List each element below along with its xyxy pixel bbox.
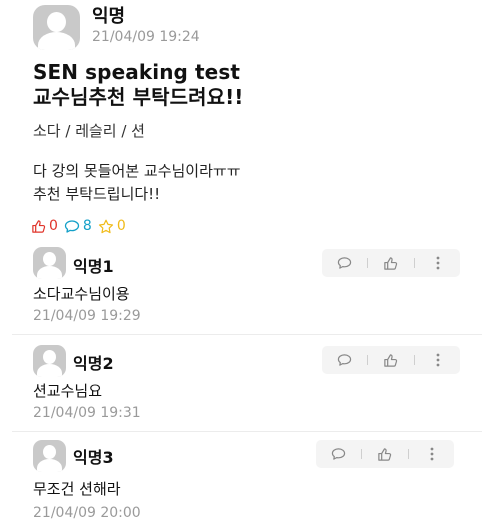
comment-avatar: [33, 440, 66, 472]
like-comment-button[interactable]: [371, 442, 399, 466]
reply-button[interactable]: [330, 348, 358, 372]
divider: [361, 449, 363, 459]
comment-actions: [322, 346, 460, 374]
reply-button[interactable]: [324, 442, 352, 466]
post-timestamp: 21/04/09 19:24: [92, 29, 200, 45]
comment-timestamp: 21/04/09 20:00: [33, 505, 141, 521]
comment-count: 8: [82, 218, 92, 234]
comment-divider: [12, 334, 482, 335]
comment-author: 익명3: [73, 448, 114, 467]
post-title: SEN speaking test 교수님추천 부탁드려요!!: [33, 60, 244, 109]
thumbs-up-icon: [32, 219, 46, 233]
avatar-body: [37, 266, 62, 279]
more-vertical-icon: [436, 353, 439, 367]
more-options-button[interactable]: [418, 442, 446, 466]
avatar-head: [43, 350, 56, 364]
avatar-body: [37, 459, 62, 472]
more-options-button[interactable]: [424, 251, 452, 275]
more-options-button[interactable]: [424, 348, 452, 372]
speech-bubble-icon: [337, 354, 352, 366]
post-body: 다 강의 못들어본 교수님이라ㅠㅠ 추천 부탁드립니다!!: [33, 162, 241, 203]
comment-author: 익명1: [73, 257, 114, 276]
thumbs-up-icon: [378, 447, 392, 461]
avatar-head: [47, 12, 66, 32]
speech-bubble-icon: [337, 257, 352, 269]
divider: [413, 258, 415, 268]
scrap-count: 0: [116, 218, 126, 234]
comment-avatar: [33, 345, 66, 377]
comment-timestamp: 21/04/09 19:31: [33, 405, 141, 421]
divider: [413, 355, 415, 365]
comment-timestamp: 21/04/09 19:29: [33, 308, 141, 324]
like-stat: 0: [31, 218, 58, 234]
post-tags: 소다 / 레슬리 / 션: [33, 122, 145, 140]
comment-text: 소다교수님이용: [33, 285, 130, 303]
reply-button[interactable]: [330, 251, 358, 275]
avatar-body: [37, 364, 62, 377]
comment-text: 무조건 션해라: [33, 480, 121, 498]
comment-avatar: [33, 247, 66, 279]
comment-text: 션교수님요: [33, 382, 103, 400]
post-author: 익명: [92, 6, 126, 27]
comment-divider: [12, 431, 482, 432]
like-count: 0: [49, 218, 58, 234]
avatar-body: [38, 32, 75, 50]
comment-author: 익명2: [73, 354, 114, 373]
comment-actions: [316, 440, 454, 468]
scrap-stat: 0: [98, 218, 126, 234]
author-avatar: [33, 5, 80, 50]
comment-actions: [322, 249, 460, 277]
speech-bubble-icon: [64, 219, 80, 233]
speech-bubble-icon: [331, 448, 346, 460]
like-comment-button[interactable]: [377, 251, 405, 275]
thumbs-up-icon: [384, 256, 398, 270]
avatar-head: [43, 445, 56, 459]
divider: [367, 258, 369, 268]
comment-stat: 8: [64, 218, 92, 234]
avatar-head: [43, 252, 56, 266]
more-vertical-icon: [436, 256, 439, 270]
thumbs-up-icon: [384, 353, 398, 367]
more-vertical-icon: [430, 447, 433, 461]
divider: [367, 355, 369, 365]
star-icon: [98, 219, 113, 233]
like-comment-button[interactable]: [377, 348, 405, 372]
divider: [407, 449, 409, 459]
post-stats: 0 8 0: [31, 218, 126, 234]
